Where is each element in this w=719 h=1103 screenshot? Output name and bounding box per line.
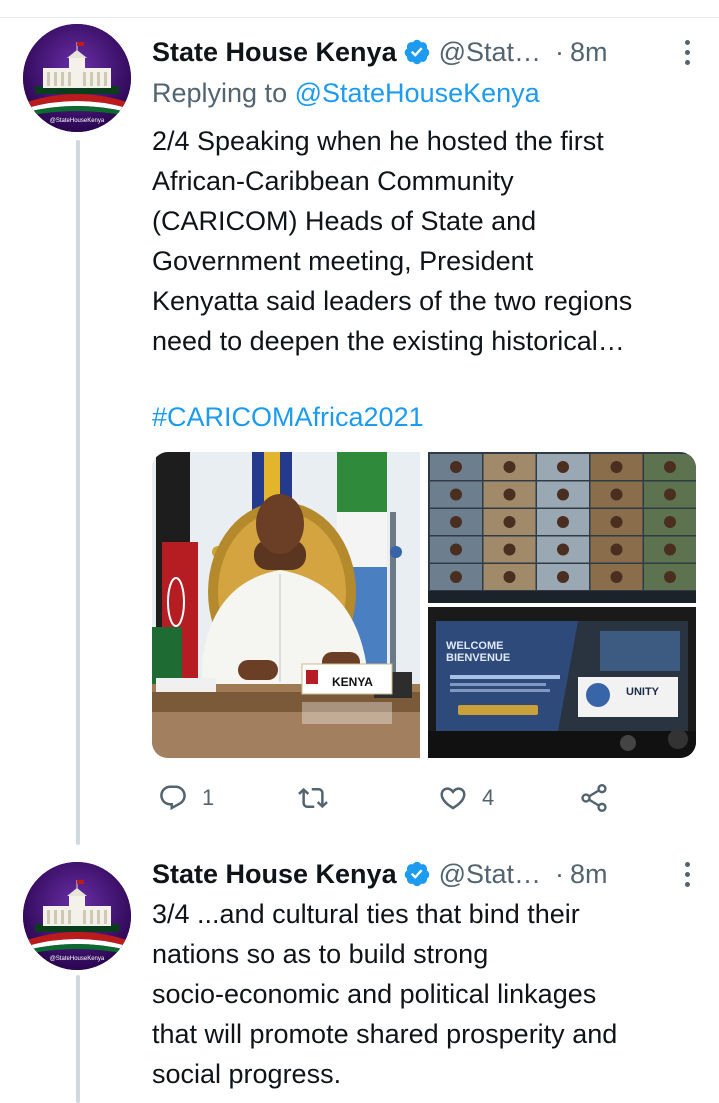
video-tile-participant	[503, 571, 516, 583]
avatar[interactable]: @StateHouseKenya	[23, 24, 131, 132]
replying-to: Replying to @StateHouseKenya	[152, 78, 540, 109]
author-name[interactable]: State House Kenya	[152, 859, 397, 890]
video-tile-participant	[557, 571, 569, 583]
tweet-text-line: Government meeting, President	[152, 246, 534, 276]
video-tile-participant	[664, 488, 676, 501]
retweet-button[interactable]	[298, 778, 328, 818]
video-tile-participant	[664, 461, 676, 473]
video-tile-participant	[450, 488, 462, 501]
video-tile-participant	[450, 543, 462, 556]
tweet-text-line: social progress.	[152, 1059, 342, 1089]
like-button[interactable]: 4	[438, 778, 494, 818]
avatar-caption: @StateHouseKenya	[49, 118, 105, 124]
timestamp[interactable]: 8m	[570, 37, 608, 68]
tweet-text-line: 3/4 ...and cultural ties that bind their	[152, 899, 580, 929]
video-tile-participant	[503, 488, 516, 501]
tweet-text-line: nations so as to build strong	[152, 939, 489, 969]
share-button[interactable]	[578, 778, 610, 818]
photo-welcome-screen[interactable]: WELCOME BIENVENUE UNITY	[428, 607, 696, 758]
video-tile-participant	[664, 571, 676, 583]
thread-line	[76, 140, 80, 845]
tweet-text-line: African-Caribbean Community	[152, 166, 514, 196]
timestamp[interactable]: 8m	[570, 859, 608, 890]
separator-dot: ·	[555, 858, 565, 889]
tweet-text-line: need to deepen the existing historical…	[152, 326, 625, 356]
video-tile-participant	[610, 543, 623, 556]
video-tile-participant	[557, 461, 569, 473]
photo-president-at-desk[interactable]: KENYA	[152, 452, 420, 758]
tweet-text-line: 2/4 Speaking when he hosted the first	[152, 126, 604, 156]
video-tile-participant	[664, 543, 676, 556]
like-count: 4	[482, 785, 495, 810]
state-house-logo	[23, 862, 131, 970]
author-handle[interactable]: @Stat…	[439, 859, 541, 890]
video-tile-participant	[610, 516, 623, 528]
state-house-logo	[23, 24, 131, 132]
tweet-header: State House Kenya @Stat… · 8m	[152, 34, 692, 70]
video-tile-participant	[557, 516, 569, 528]
thread-line-continued	[76, 975, 80, 1103]
replying-to-label: Replying to	[152, 78, 288, 108]
video-tile-participant	[610, 461, 623, 473]
video-tile-participant	[557, 488, 569, 501]
separator-dot: ·	[555, 36, 565, 67]
video-tile-participant	[610, 488, 623, 501]
screen-unity: UNITY	[626, 686, 660, 698]
top-divider	[0, 17, 719, 18]
reply-icon	[160, 785, 186, 811]
like-icon	[440, 787, 466, 810]
author-handle[interactable]: @Stat…	[439, 37, 541, 68]
tweet-header: State House Kenya @Stat… · 8m	[152, 856, 692, 892]
reply-button[interactable]: 1	[158, 778, 214, 818]
author-name[interactable]: State House Kenya	[152, 37, 397, 68]
video-tile-participant	[450, 571, 462, 583]
retweet-icon	[298, 787, 328, 809]
tweet-text-line: that will promote shared prosperity and	[152, 1019, 618, 1049]
tweet-text-line: (CARICOM) Heads of State and	[152, 206, 537, 236]
reply-mention-link[interactable]: @StateHouseKenya	[295, 78, 540, 108]
verified-badge-icon	[404, 861, 429, 887]
more-icon[interactable]	[672, 856, 702, 892]
tweet-text: 2/4 Speaking when he hosted the first Af…	[152, 121, 697, 361]
media-grid: KENYA WELCOME BIENVENUE UNITY	[152, 452, 696, 758]
photo-video-conference[interactable]	[428, 452, 696, 603]
video-tile-participant	[610, 571, 623, 583]
more-icon[interactable]	[672, 34, 702, 70]
screen-welcome: WELCOME	[446, 640, 503, 652]
tweet-text-line: socio-economic and political linkages	[152, 979, 597, 1009]
video-tile-participant	[450, 461, 462, 473]
reply-count: 1	[202, 785, 215, 810]
video-tile-participant	[450, 516, 462, 528]
video-tile-participant	[557, 543, 569, 556]
screen-bienvenue: BIENVENUE	[446, 652, 510, 664]
avatar[interactable]: @StateHouseKenya	[23, 862, 131, 970]
video-tile-participant	[503, 461, 516, 473]
video-tile-participant	[664, 516, 676, 528]
share-icon	[581, 784, 607, 812]
video-tile-participant	[503, 516, 516, 528]
tweet-text: 3/4 ...and cultural ties that bind their…	[152, 894, 697, 1094]
hashtag-link[interactable]: #CARICOMAfrica2021	[152, 402, 424, 433]
tweet-actions: 1 4	[152, 778, 632, 818]
avatar-caption: @StateHouseKenya	[49, 956, 105, 962]
video-tile-participant	[503, 543, 516, 556]
verified-badge-icon	[404, 39, 429, 65]
placard-label: KENYA	[332, 675, 373, 689]
tweet-text-line: Kenyatta said leaders of the two regions	[152, 286, 633, 316]
